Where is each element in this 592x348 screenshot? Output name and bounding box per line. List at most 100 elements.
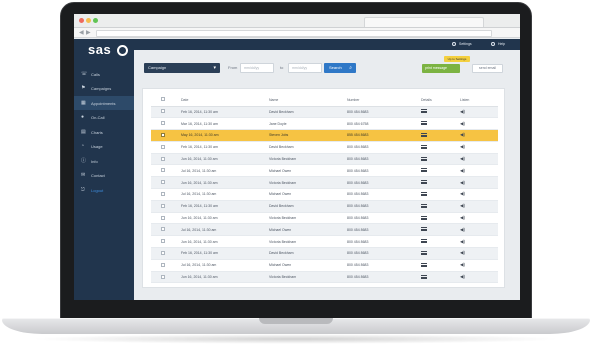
row-checkbox[interactable] <box>161 274 165 279</box>
speaker-icon[interactable]: ◀) <box>460 156 465 161</box>
speaker-icon[interactable]: ◀) <box>460 132 465 137</box>
sidebar-item-logout[interactable]: ⎋ Logout <box>74 183 134 197</box>
row-checkbox[interactable] <box>161 168 165 173</box>
table-row[interactable]: May 16, 2014, 11:30 am Steven Jobs 855 454… <box>151 129 498 142</box>
row-name: Jane Doyle <box>269 117 347 131</box>
details-list-icon[interactable] <box>421 168 427 173</box>
row-name: Victoria Beckham <box>269 153 347 166</box>
speaker-icon[interactable]: ◀) <box>460 203 465 208</box>
speaker-icon[interactable]: ◀) <box>460 180 465 185</box>
header-date[interactable]: Date <box>181 94 269 107</box>
details-list-icon[interactable] <box>421 191 427 196</box>
sidebar-item-contact[interactable]: ✉ Contact <box>74 169 134 183</box>
details-list-icon[interactable] <box>421 121 427 126</box>
details-list-icon[interactable] <box>421 239 427 244</box>
row-checkbox[interactable] <box>161 132 165 137</box>
details-list-icon[interactable] <box>421 132 427 137</box>
details-list-icon[interactable] <box>421 144 427 149</box>
speaker-icon[interactable]: ◀) <box>460 262 465 267</box>
row-checkbox[interactable] <box>161 239 165 244</box>
row-checkbox[interactable] <box>161 262 165 267</box>
header-name[interactable]: Name <box>269 94 347 107</box>
table-row[interactable]: Jun 16, 2014, 11:30 am Victoria Beckham 80… <box>151 212 498 225</box>
sidebar-item-appointments[interactable]: ▦ Appointments <box>74 96 134 110</box>
forward-arrow-icon[interactable]: ▶ <box>86 28 91 38</box>
row-checkbox[interactable] <box>161 180 165 185</box>
details-list-icon[interactable] <box>421 215 427 220</box>
to-date-input[interactable]: mm/dd/yy <box>288 63 322 73</box>
from-date-input[interactable]: mm/dd/yy <box>240 63 274 73</box>
browser-tab[interactable] <box>364 17 484 27</box>
speaker-icon[interactable]: ◀) <box>460 168 465 173</box>
row-checkbox[interactable] <box>161 203 165 208</box>
send-email-button[interactable]: send email <box>472 64 503 73</box>
table-row[interactable]: Jun 16, 2014, 11:30 am Victoria Beckham 80… <box>151 271 498 284</box>
sidebar-item-calls[interactable]: ☏ Calls <box>74 67 134 81</box>
print-message-button[interactable]: print message <box>422 64 460 73</box>
help-link[interactable]: Help <box>498 41 505 48</box>
speaker-icon[interactable]: ◀) <box>460 227 465 232</box>
table-row[interactable]: Jul 16, 2014, 11:30 am Michael Owen 800 45… <box>151 164 498 178</box>
browser-titlebar <box>74 14 520 28</box>
close-window-icon[interactable] <box>79 18 84 23</box>
speaker-icon[interactable]: ◀) <box>460 250 465 255</box>
speaker-icon[interactable]: ◀) <box>460 191 465 196</box>
table-row[interactable]: Jun 16, 2014, 11:30 am Victoria Beckham 80… <box>151 176 498 190</box>
gear-icon[interactable] <box>452 42 456 46</box>
row-name: Michael Owen <box>269 259 347 272</box>
table-row[interactable]: Jul 16, 2014, 11:30 am Michael Owen 800 45… <box>151 188 498 201</box>
row-checkbox[interactable] <box>161 156 165 161</box>
row-checkbox[interactable] <box>161 215 165 220</box>
details-list-icon[interactable] <box>421 180 427 185</box>
table-row[interactable]: Jun 16, 2014, 11:30 am Victoria Beckham 80… <box>151 235 498 249</box>
table-row[interactable]: Feb 16, 2014, 11:30 am David Beckham 800 4… <box>151 141 498 154</box>
sidebar-item-label: Usage <box>91 144 103 149</box>
row-checkbox[interactable] <box>161 121 165 126</box>
table-row[interactable]: Jul 16, 2014, 11:30 am Michael Owen 800 45… <box>151 223 498 237</box>
table-row[interactable]: Jun 16, 2014, 11:30 am Victoria Beckham 80… <box>151 153 498 166</box>
row-details-cell <box>421 212 460 225</box>
speaker-icon[interactable]: ◀) <box>460 239 465 244</box>
details-list-icon[interactable] <box>421 203 427 208</box>
details-list-icon[interactable] <box>421 262 427 267</box>
details-list-icon[interactable] <box>421 250 427 255</box>
table-row[interactable]: Jul 16, 2014, 11:30 am Michael Owen 800 45… <box>151 259 498 272</box>
sidebar-item-charts[interactable]: ▤ Charts <box>74 125 134 139</box>
sidebar-item-info[interactable]: ⓘ Info <box>74 154 134 168</box>
details-list-icon[interactable] <box>421 227 427 232</box>
row-checkbox[interactable] <box>161 227 165 232</box>
maximize-window-icon[interactable] <box>93 18 98 23</box>
table-row[interactable]: Mar 16, 2014, 11:30 am Jane Doyle 800 454 … <box>151 117 498 131</box>
speaker-icon[interactable]: ◀) <box>460 215 465 220</box>
speaker-icon[interactable]: ◀) <box>460 274 465 279</box>
campaign-select[interactable]: Campaign ▾ <box>144 63 220 73</box>
speaker-icon[interactable]: ◀) <box>460 144 465 149</box>
select-all-checkbox[interactable] <box>161 97 165 102</box>
table-row[interactable]: Feb 16, 2014, 11:30 am David Beckham 800 4… <box>151 247 498 260</box>
row-details-cell <box>421 106 460 119</box>
back-arrow-icon[interactable]: ◀ <box>79 28 84 38</box>
minimize-window-icon[interactable] <box>86 18 91 23</box>
address-bar[interactable] <box>96 30 492 37</box>
details-list-icon[interactable] <box>421 274 427 279</box>
to-label: to <box>280 65 284 70</box>
details-list-icon[interactable] <box>421 109 427 114</box>
sidebar-item-campaigns[interactable]: ⚑ Campaigns <box>74 82 134 96</box>
speaker-icon[interactable]: ◀) <box>460 121 465 126</box>
sidebar-item-on-call[interactable]: ● On-Call <box>74 111 134 125</box>
row-checkbox[interactable] <box>161 144 165 149</box>
row-number: 800 454 8683 <box>347 106 421 119</box>
search-button[interactable]: Search ⌕ <box>324 63 356 73</box>
help-icon[interactable] <box>491 42 495 46</box>
gauge-icon: ◔ <box>81 143 85 149</box>
details-list-icon[interactable] <box>421 156 427 161</box>
row-checkbox[interactable] <box>161 191 165 196</box>
settings-link[interactable]: Settings <box>459 41 472 48</box>
row-checkbox[interactable] <box>161 250 165 255</box>
sidebar-item-usage[interactable]: ◔ Usage <box>74 140 134 154</box>
table-row[interactable]: Feb 16, 2014, 11:30 am David Beckham 800 4… <box>151 200 498 213</box>
speaker-icon[interactable]: ◀) <box>460 109 465 114</box>
row-checkbox[interactable] <box>161 109 165 114</box>
table-row[interactable]: Feb 16, 2014, 11:30 am David Beckham 800 4… <box>151 106 498 119</box>
header-number[interactable]: Number <box>347 94 421 107</box>
